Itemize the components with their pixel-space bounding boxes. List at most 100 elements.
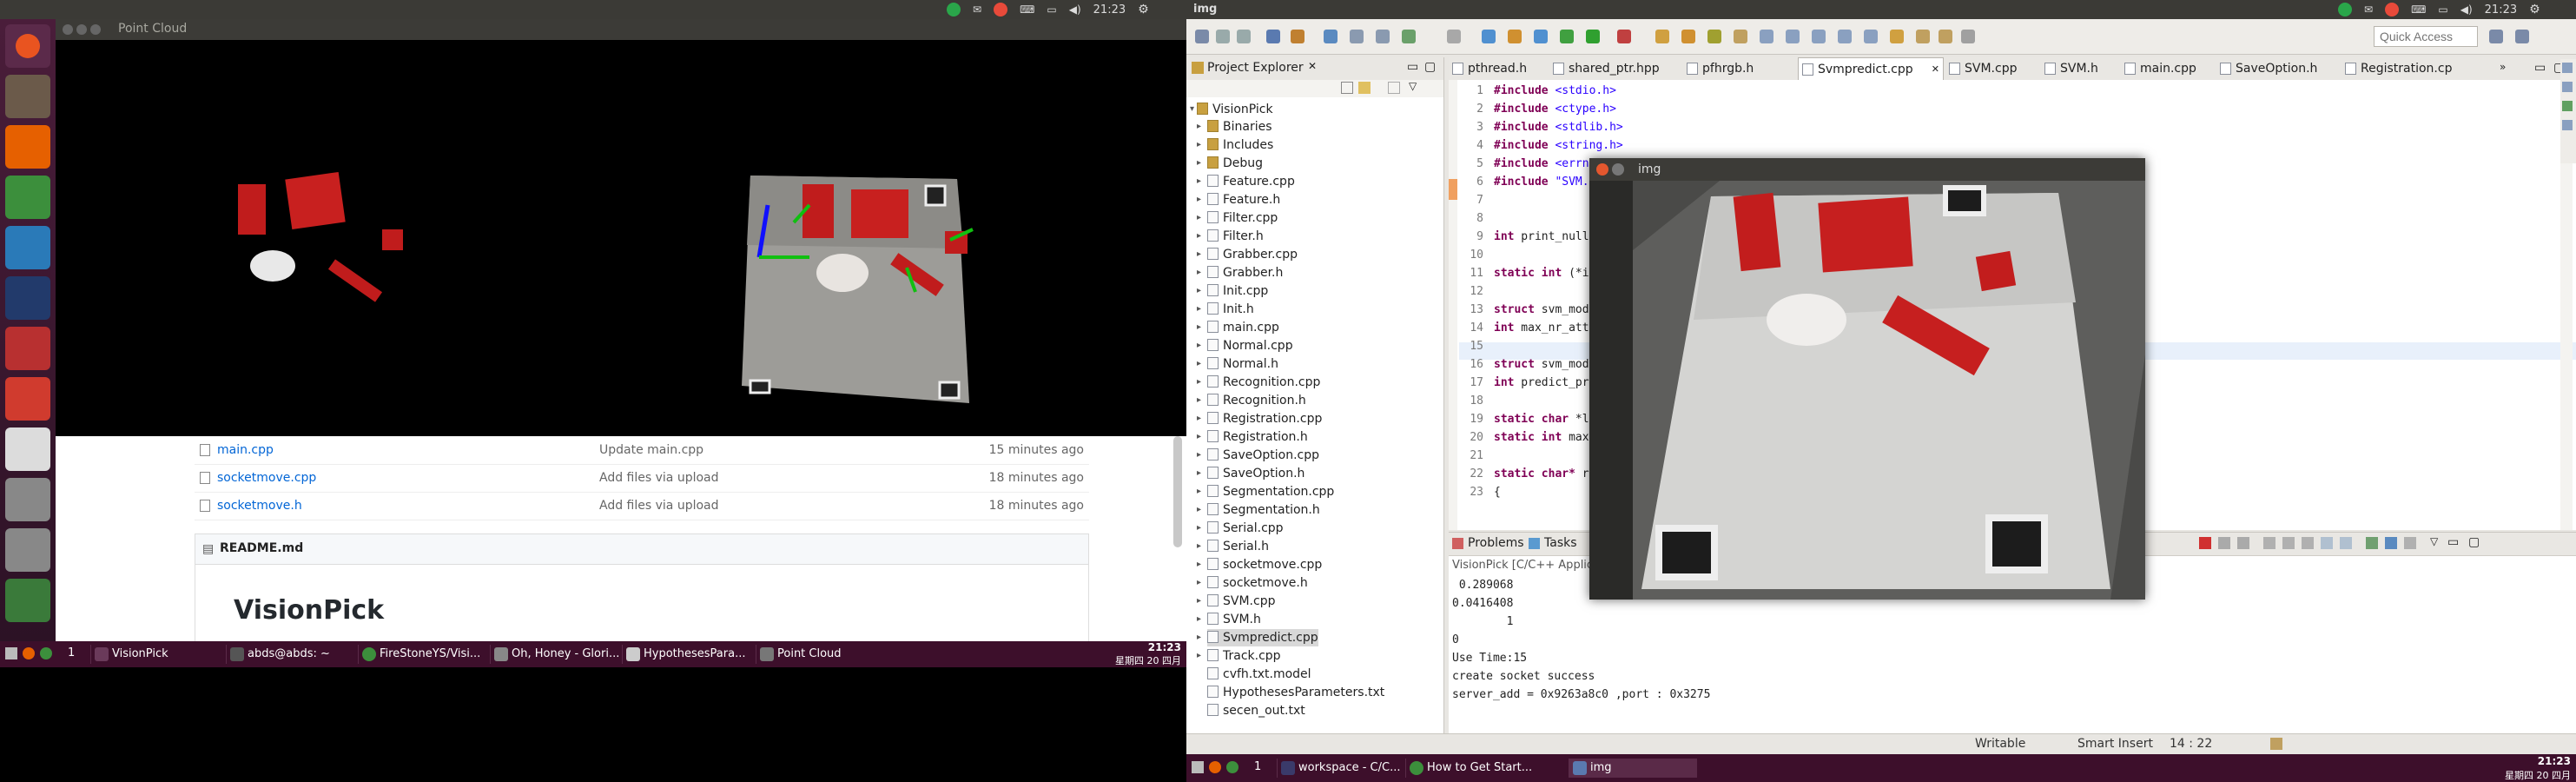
remove-all-icon[interactable] [2237, 537, 2249, 549]
task-img[interactable]: img [1569, 759, 1697, 778]
maximize-view-icon[interactable]: ▢ [1424, 60, 1436, 74]
netease-music-icon[interactable] [994, 3, 1008, 17]
maximize-icon[interactable] [90, 24, 101, 35]
tab-pthread-h[interactable]: pthread.h [1449, 57, 1548, 80]
chrome-small-icon[interactable] [1226, 761, 1238, 773]
task-terminal[interactable]: abds@abds: ~ [226, 645, 354, 664]
external-tools-icon[interactable] [1617, 30, 1631, 43]
save-icon[interactable] [1216, 30, 1230, 43]
perspective-debug-icon[interactable] [2515, 30, 2529, 43]
console-dropdown-icon[interactable]: ▽ [2430, 535, 2438, 547]
minimize-console-icon[interactable]: ▭ [2447, 535, 2459, 549]
tree-item[interactable]: ▸ Recognition.h [1197, 392, 1306, 409]
build-icon[interactable] [1266, 30, 1280, 43]
toggle-icon[interactable] [1760, 30, 1773, 43]
telegram-icon[interactable] [947, 3, 961, 17]
telegram-launcher-icon[interactable] [5, 226, 50, 269]
file-name[interactable]: main.cpp [217, 443, 274, 457]
tree-item[interactable]: ▸ Registration.h [1197, 428, 1308, 446]
tree-item[interactable]: ▸ Serial.h [1197, 538, 1269, 555]
format-icon[interactable] [1838, 30, 1852, 43]
folder-toolbar-icon[interactable] [1508, 30, 1522, 43]
battery-icon[interactable]: ▭ [2438, 3, 2447, 16]
unknown-app-icon-2[interactable] [5, 528, 50, 572]
view-menu-icon[interactable]: ▽ [1409, 80, 1417, 92]
tree-item[interactable]: HypothesesParameters.txt [1207, 684, 1384, 701]
save-all-icon[interactable] [1237, 30, 1251, 43]
run-icon[interactable] [1560, 30, 1574, 43]
right-clock[interactable]: 21:23 [2485, 3, 2517, 17]
scroll-lock-icon[interactable] [2282, 537, 2295, 549]
task-music[interactable]: Oh, Honey - Glori... [490, 645, 618, 664]
task-hypotheses[interactable]: HypothesesPara... [622, 645, 750, 664]
keyboard-icon[interactable]: ⌨ [2411, 3, 2426, 16]
firefox-small-icon[interactable] [1209, 761, 1221, 773]
point-cloud-window[interactable]: Point Cloud [56, 19, 1186, 436]
task-icon[interactable] [1534, 30, 1548, 43]
file-row[interactable]: socketmove.cpp Add files via upload 18 m… [195, 464, 1089, 493]
more-icon[interactable] [1961, 30, 1975, 43]
minimize-editor-icon[interactable]: ▭ [2534, 61, 2546, 75]
tree-item[interactable]: ▸ Filter.h [1197, 228, 1264, 245]
tree-item[interactable]: ▸ Segmentation.h [1197, 501, 1320, 519]
text-editor-icon[interactable] [5, 427, 50, 471]
browser-scrollbar[interactable] [1173, 436, 1182, 547]
volume-icon[interactable]: ◀) [2460, 3, 2473, 16]
block-select-icon[interactable] [1786, 30, 1800, 43]
tab-main-cpp[interactable]: main.cpp [2121, 57, 2215, 80]
mail-icon[interactable]: ✉ [2364, 3, 2373, 16]
file-name[interactable]: socketmove.h [217, 499, 302, 513]
commit-message[interactable]: Add files via upload [599, 471, 719, 485]
chrome-icon[interactable] [5, 176, 50, 219]
include-browser-icon[interactable] [2562, 82, 2573, 92]
mail-icon[interactable]: ✉ [973, 3, 981, 16]
img-window[interactable]: img [1589, 158, 2145, 600]
link-editor-icon[interactable] [1358, 82, 1371, 94]
tree-item[interactable]: ▸ Grabber.h [1197, 264, 1283, 282]
file-name[interactable]: socketmove.cpp [217, 471, 316, 485]
tree-item[interactable]: ▸ Feature.cpp [1197, 173, 1295, 190]
tree-item[interactable]: ▸ SaveOption.h [1197, 465, 1305, 482]
open-type-icon[interactable] [1324, 30, 1338, 43]
pin-console-icon[interactable] [2321, 537, 2333, 549]
tree-item[interactable]: ▸ SVM.h [1197, 611, 1261, 628]
tree-item[interactable]: ▸ Feature.h [1197, 191, 1280, 209]
maximize-console-icon[interactable]: ▢ [2468, 535, 2480, 549]
tree-item[interactable]: ▸ SaveOption.cpp [1197, 447, 1319, 464]
forward-icon[interactable] [1939, 30, 1952, 43]
desktop-icon[interactable] [5, 647, 17, 659]
workspace-number[interactable]: 1 [68, 646, 75, 659]
warning-marker[interactable] [1449, 179, 1457, 200]
volume-icon[interactable]: ◀) [1069, 3, 1081, 16]
project-explorer-title[interactable]: Project Explorer [1207, 61, 1304, 75]
tree-item[interactable]: ▸ Normal.h [1197, 355, 1278, 373]
call-hierarchy-icon[interactable] [2562, 120, 2573, 130]
file-row[interactable]: socketmove.h Add files via upload 18 min… [195, 492, 1089, 520]
back-icon[interactable] [1916, 30, 1930, 43]
whitespace-icon[interactable] [1812, 30, 1826, 43]
collapse-all-icon[interactable] [1341, 82, 1353, 94]
console-menu-icon[interactable] [2404, 537, 2416, 549]
settings-gear-icon[interactable]: ⚙ [1138, 3, 1149, 17]
outline-icon[interactable] [2562, 63, 2573, 73]
debug-icon[interactable] [1586, 30, 1600, 43]
next-annotation-icon[interactable] [1681, 30, 1695, 43]
minimize-icon[interactable] [76, 24, 87, 35]
open-element-icon[interactable] [1376, 30, 1390, 43]
search-toolbar-icon[interactable] [1350, 30, 1364, 43]
tab-tasks[interactable]: Tasks [1544, 536, 1577, 550]
desktop-icon[interactable] [1192, 761, 1204, 773]
netease-launcher-icon[interactable] [5, 377, 50, 421]
img-titlebar[interactable]: img [1589, 158, 2145, 181]
status-progress-icon[interactable] [2270, 738, 2282, 750]
new-icon[interactable] [1195, 30, 1209, 43]
project-root[interactable]: ▾ VisionPick [1190, 101, 1273, 118]
task-eclipse[interactable]: workspace - C/C... [1277, 759, 1405, 778]
tree-item[interactable]: ▸ SVM.cpp [1197, 593, 1275, 610]
tree-item[interactable]: ▸ socketmove.cpp [1197, 556, 1322, 573]
remove-launch-icon[interactable] [2218, 537, 2230, 549]
keyboard-icon[interactable]: ⌨ [1020, 3, 1034, 16]
point-cloud-viewport[interactable] [56, 40, 1186, 436]
close-tab-icon[interactable]: ✕ [1932, 58, 1939, 81]
prev-edit-icon[interactable] [1864, 30, 1878, 43]
